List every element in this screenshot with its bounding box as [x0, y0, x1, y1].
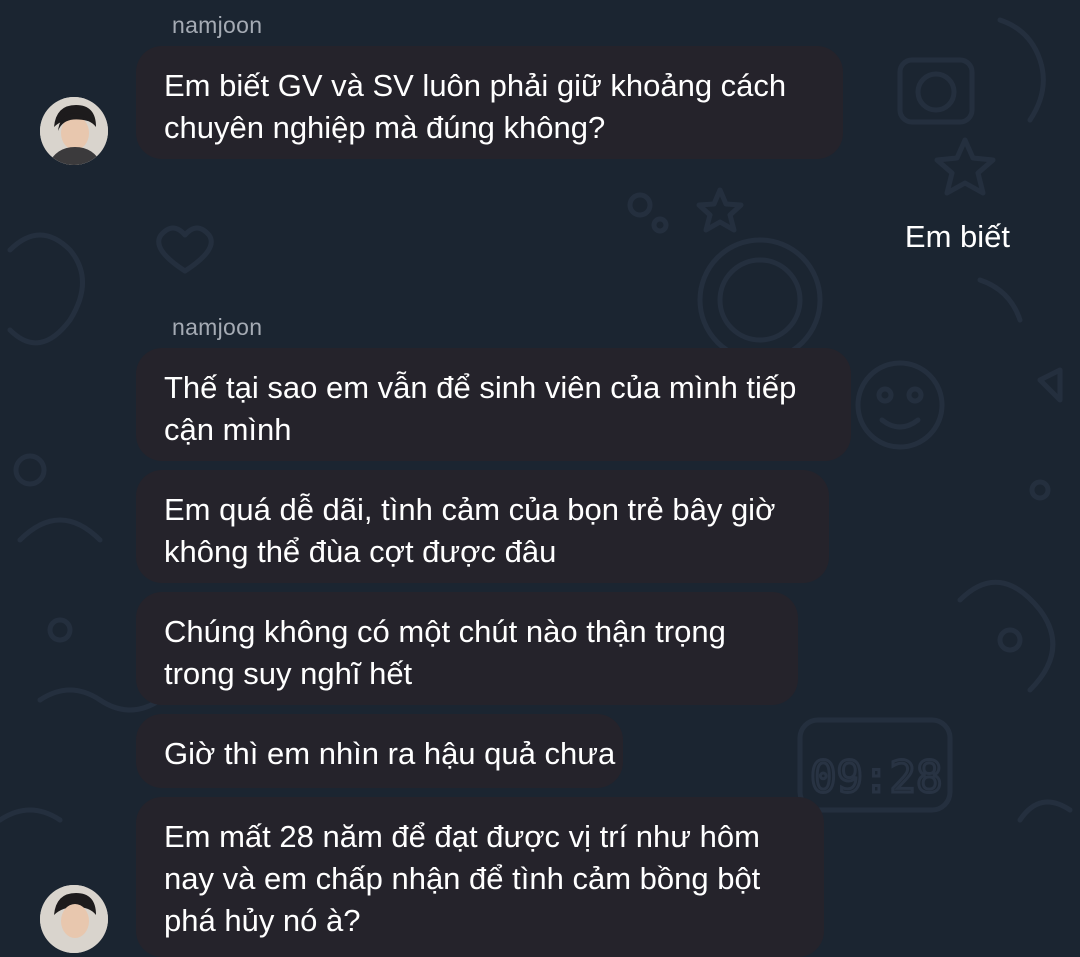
heart-doodle-icon: [156, 225, 214, 274]
sender-name[interactable]: namjoon: [172, 314, 262, 341]
message-text: chuyên nghiệp mà đúng không?: [164, 110, 606, 145]
message-text: Giờ thì em nhìn ra hậu quả chưa: [164, 736, 616, 771]
message-text: trong suy nghĩ hết: [164, 656, 413, 691]
message-text: không thể đùa cợt được đâu: [164, 534, 557, 569]
sun-doodle-icon: [717, 257, 803, 343]
camera-doodle-icon: [897, 57, 975, 125]
message-text: Em biết GV và SV luôn phải giữ khoảng cá…: [164, 68, 787, 103]
message-bubble[interactable]: Thế tại sao em vẫn để sinh viên của mình…: [136, 348, 851, 461]
message-text: nay và em chấp nhận để tình cảm bồng bột: [164, 861, 761, 896]
outgoing-message[interactable]: Em biết: [905, 216, 1010, 258]
avatar[interactable]: [40, 97, 108, 165]
message-text: Em quá dễ dãi, tình cảm của bọn trẻ bây …: [164, 492, 776, 527]
message-bubble[interactable]: Em quá dễ dãi, tình cảm của bọn trẻ bây …: [136, 470, 829, 583]
star-doodle-icon: [934, 137, 996, 196]
sender-name[interactable]: namjoon: [172, 12, 262, 39]
message-text: Em mất 28 năm để đạt được vị trí như hôm: [164, 819, 760, 854]
message-bubble[interactable]: Em biết GV và SV luôn phải giữ khoảng cá…: [136, 46, 843, 159]
avatar-photo-icon: [40, 97, 108, 165]
clock-doodle-text: 09:28: [810, 752, 942, 803]
message-text: cận mình: [164, 412, 292, 447]
message-text: Chúng không có một chút nào thận trọng: [164, 614, 726, 649]
message-text: Thế tại sao em vẫn để sinh viên của mình…: [164, 370, 797, 405]
avatar-photo-icon: [40, 885, 108, 953]
message-bubble[interactable]: Chúng không có một chút nào thận trọng t…: [136, 592, 798, 705]
smiley-doodle-icon: [855, 360, 945, 450]
message-bubble[interactable]: Giờ thì em nhìn ra hậu quả chưa: [136, 714, 623, 788]
message-bubble[interactable]: Em mất 28 năm để đạt được vị trí như hôm…: [136, 797, 824, 957]
avatar[interactable]: [40, 885, 108, 953]
message-text: phá hủy nó à?: [164, 903, 361, 938]
